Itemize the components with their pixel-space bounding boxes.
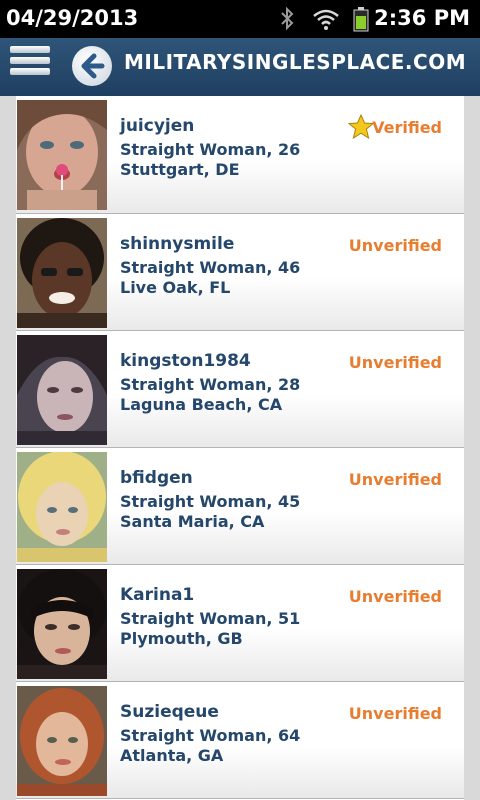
back-button[interactable] [72, 46, 112, 86]
verification-status: Unverified [348, 236, 442, 255]
profile-list: juicyjen Straight Woman, 26 Stuttgart, D… [16, 96, 464, 800]
profile-row[interactable]: Karina1 Straight Woman, 51 Plymouth, GB … [16, 565, 464, 682]
profile-row[interactable]: bfidgen Straight Woman, 45 Santa Maria, … [16, 448, 464, 565]
profile-username: Karina1 [120, 585, 195, 605]
profile-detail: Straight Woman, 64 [120, 726, 301, 745]
profile-photo[interactable] [17, 335, 107, 445]
app-header: MILITARYSINGLESPLACE.COM [0, 38, 480, 96]
profile-photo[interactable] [17, 218, 107, 328]
profile-location: Santa Maria, CA [120, 512, 265, 531]
profile-location: Live Oak, FL [120, 278, 231, 297]
profile-photo[interactable] [17, 452, 107, 562]
profile-detail: Straight Woman, 28 [120, 375, 301, 394]
profile-location: Stuttgart, DE [120, 160, 240, 179]
profile-detail: Straight Woman, 46 [120, 258, 301, 277]
profile-photo[interactable] [17, 686, 107, 796]
star-icon [348, 114, 374, 140]
profile-username: kingston1984 [120, 351, 251, 371]
menu-icon-bar [10, 68, 50, 75]
profile-photo[interactable] [17, 569, 107, 679]
verification-status: Verified [372, 118, 442, 137]
menu-icon [10, 46, 50, 53]
profile-username: shinnysmile [120, 234, 235, 254]
profile-row[interactable]: Suzieqeue Straight Woman, 64 Atlanta, GA… [16, 682, 464, 799]
status-icons [278, 6, 378, 32]
profile-row[interactable]: juicyjen Straight Woman, 26 Stuttgart, D… [16, 96, 464, 214]
profile-username: bfidgen [120, 468, 193, 488]
back-arrow-icon [81, 53, 105, 79]
profile-row[interactable]: kingston1984 Straight Woman, 28 Laguna B… [16, 331, 464, 448]
menu-icon-bar [10, 57, 50, 64]
menu-button[interactable] [10, 46, 50, 88]
app-title: MILITARYSINGLESPLACE.COM [124, 50, 467, 74]
profile-location: Plymouth, GB [120, 629, 243, 648]
profile-detail: Straight Woman, 45 [120, 492, 301, 511]
verification-status: Unverified [348, 470, 442, 489]
bluetooth-icon [281, 6, 294, 31]
wifi-icon [313, 9, 339, 30]
status-date: 04/29/2013 [6, 6, 139, 30]
verification-status: Unverified [348, 587, 442, 606]
profile-detail: Straight Woman, 51 [120, 609, 301, 628]
profile-row[interactable]: shinnysmile Straight Woman, 46 Live Oak,… [16, 214, 464, 331]
profile-photo[interactable] [17, 100, 107, 210]
profile-username: juicyjen [120, 116, 195, 136]
profile-detail: Straight Woman, 26 [120, 140, 301, 159]
profile-username: Suzieqeue [120, 702, 219, 722]
verification-status: Unverified [348, 704, 442, 723]
status-bar: 04/29/2013 2:36 PM [0, 0, 480, 38]
verification-status: Unverified [348, 353, 442, 372]
profile-location: Laguna Beach, CA [120, 395, 283, 414]
status-time: 2:36 PM [374, 6, 470, 30]
profile-location: Atlanta, GA [120, 746, 224, 765]
battery-icon [353, 7, 369, 32]
